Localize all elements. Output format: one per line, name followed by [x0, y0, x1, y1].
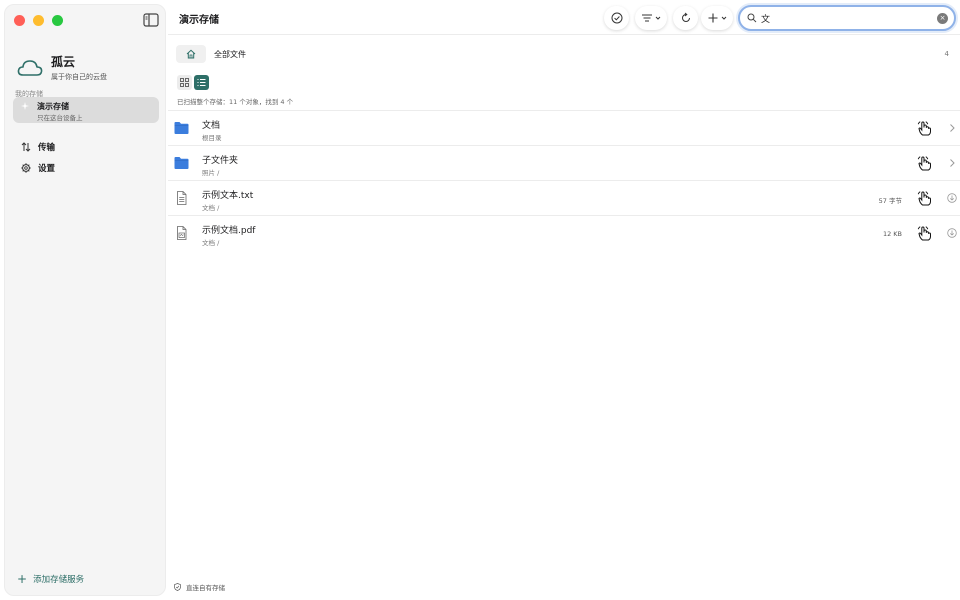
refresh-icon	[681, 12, 690, 22]
brand: 孤云 属于你自己的云盘	[17, 53, 107, 82]
sidebar-item-demo-storage[interactable]: 演示存储 只在这台设备上	[13, 97, 159, 123]
cloud-logo-icon	[17, 59, 43, 76]
hand-pointer-icon[interactable]	[916, 120, 934, 137]
folder-icon	[174, 122, 189, 134]
storage-subtitle: 只在这台设备上	[37, 114, 83, 122]
file-name: 示例文本.txt	[202, 191, 254, 201]
item-count: 4	[944, 50, 949, 58]
close-window-button[interactable]	[14, 15, 25, 26]
sort-icon	[642, 14, 652, 22]
list-item[interactable]: 文档 根目录	[168, 110, 960, 145]
sort-menu-button[interactable]	[635, 6, 667, 30]
pdf-file-icon	[177, 226, 187, 240]
grid-icon	[180, 78, 189, 87]
file-size: 57 字节	[878, 197, 902, 205]
home-icon	[186, 49, 196, 59]
chevron-right-icon[interactable]	[948, 123, 956, 133]
search-input[interactable]: 文	[761, 12, 770, 25]
toolbar: 演示存储 文 ×	[168, 0, 960, 35]
text-file-icon	[177, 191, 187, 205]
sidebar: 孤云 属于你自己的云盘 我的存储 演示存储 只在这台设备上 传输 设置 + 添加…	[4, 4, 166, 596]
search-field[interactable]: 文 ×	[738, 5, 956, 31]
check-circle-icon	[611, 12, 622, 24]
brand-subtitle: 属于你自己的云盘	[51, 73, 107, 81]
main-content: 演示存储 文 × 全部文件 4 已扫描整个存储：11 个对象，找到 4 个 文档…	[168, 0, 960, 600]
plus-icon	[708, 13, 718, 23]
select-button[interactable]	[604, 6, 629, 30]
hand-pointer-icon[interactable]	[916, 225, 934, 242]
file-path: 文档 /	[202, 239, 220, 247]
file-path: 照片 /	[202, 169, 220, 177]
sidebar-item-label: 传输	[38, 143, 56, 153]
download-icon[interactable]	[947, 228, 957, 238]
sparkle-icon	[21, 102, 29, 110]
file-name: 文档	[202, 121, 221, 131]
sidebar-item-label: 设置	[38, 164, 56, 174]
app-window: 孤云 属于你自己的云盘 我的存储 演示存储 只在这台设备上 传输 设置 + 添加…	[0, 0, 960, 600]
view-toggle	[177, 75, 209, 90]
home-button[interactable]	[176, 45, 206, 63]
list-item[interactable]: 子文件夹 照片 /	[168, 145, 960, 180]
download-icon[interactable]	[947, 193, 957, 203]
chevron-right-icon[interactable]	[948, 158, 956, 168]
file-name: 示例文档.pdf	[202, 226, 256, 236]
hand-pointer-icon[interactable]	[916, 190, 934, 207]
chevron-down-icon	[721, 16, 727, 20]
footer-note: 直连自有存储	[174, 582, 225, 592]
sidebar-toggle-icon[interactable]	[143, 13, 159, 27]
file-path: 文档 /	[202, 204, 220, 212]
add-storage-service-label: 添加存储服务	[33, 575, 85, 585]
minimize-window-button[interactable]	[33, 15, 44, 26]
gear-icon	[21, 163, 31, 173]
list-icon	[197, 79, 206, 86]
breadcrumb-label[interactable]: 全部文件	[214, 49, 246, 60]
list-view-button[interactable]	[194, 75, 209, 90]
sidebar-item-settings[interactable]: 设置	[21, 162, 55, 174]
list-item[interactable]: 示例文本.txt 文档 / 57 字节	[168, 180, 960, 215]
add-storage-service-button[interactable]: + 添加存储服务	[17, 573, 84, 585]
plus-icon: +	[17, 572, 28, 586]
brand-title: 孤云	[51, 55, 76, 69]
sidebar-item-transfer[interactable]: 传输	[21, 141, 55, 153]
file-list: 文档 根目录 子文件夹 照片 / 示例文本.txt 文档 / 57 字节 示例文…	[168, 110, 960, 250]
file-name: 子文件夹	[202, 156, 239, 166]
window-controls	[14, 15, 63, 26]
zoom-window-button[interactable]	[52, 15, 63, 26]
transfer-icon	[21, 142, 31, 152]
folder-icon	[174, 157, 189, 169]
clear-search-icon[interactable]: ×	[937, 13, 948, 24]
file-path: 根目录	[202, 134, 222, 142]
add-menu-button[interactable]	[701, 6, 733, 30]
chevron-down-icon	[655, 16, 661, 20]
scan-info: 已扫描整个存储：11 个对象，找到 4 个	[177, 98, 294, 106]
page-title: 演示存储	[179, 15, 219, 26]
shield-icon	[174, 583, 181, 591]
storage-title: 演示存储	[37, 102, 69, 111]
hand-pointer-icon[interactable]	[916, 155, 934, 172]
list-item[interactable]: 示例文档.pdf 文档 / 12 KB	[168, 215, 960, 250]
footer-note-text: 直连自有存储	[186, 584, 225, 592]
refresh-button[interactable]	[673, 6, 698, 30]
breadcrumb: 全部文件	[176, 45, 246, 63]
search-icon	[747, 13, 757, 23]
file-size: 12 KB	[882, 230, 902, 238]
grid-view-button[interactable]	[177, 75, 192, 90]
